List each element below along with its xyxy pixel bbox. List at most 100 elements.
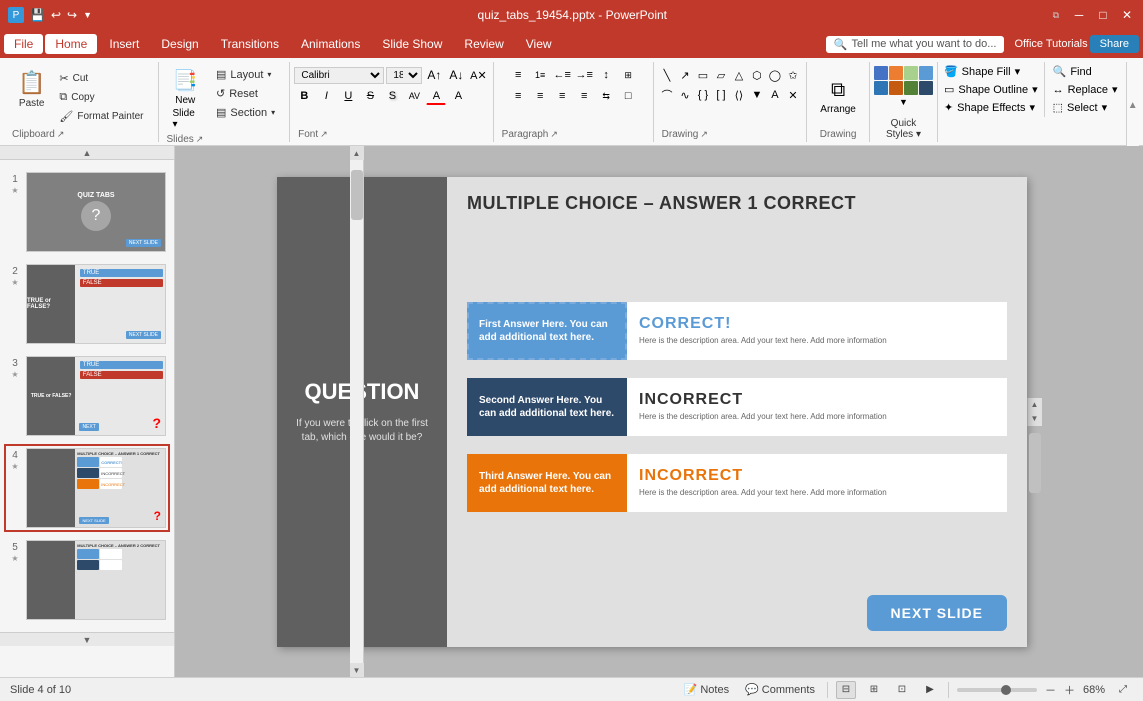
left-scroll-thumb[interactable] — [351, 170, 363, 220]
qs-cell-5[interactable] — [874, 81, 888, 95]
search-box[interactable]: 🔍 Tell me what you want to do... — [826, 36, 1005, 53]
quick-styles-label[interactable]: QuickStyles ▾ — [886, 118, 921, 140]
quick-save-btn[interactable]: 💾 — [30, 8, 45, 22]
reset-btn[interactable]: ↺ Reset — [210, 85, 281, 102]
scroll-down-btn[interactable]: ▼ — [1028, 412, 1042, 426]
columns-btn[interactable]: ⊞ — [618, 66, 638, 84]
shape-rect2[interactable]: ▱ — [713, 67, 729, 83]
menu-slideshow[interactable]: Slide Show — [372, 34, 452, 54]
spacing-btn[interactable]: AV — [404, 87, 424, 105]
section-btn[interactable]: ▤ Section ▾ — [210, 104, 281, 121]
slide-item-4[interactable]: 4 ★ MULTIPLE CHOICE – ANSWER 1 CORRECT C… — [4, 444, 170, 532]
qs-cell-3[interactable] — [904, 66, 918, 80]
cut-btn[interactable]: ✂Cut — [53, 70, 149, 87]
strikethrough-btn[interactable]: S — [360, 87, 380, 105]
shape-chevron[interactable]: ⟨⟩ — [731, 87, 747, 103]
align-right-btn[interactable]: ≡ — [552, 87, 572, 105]
close-btn[interactable]: ✕ — [1119, 7, 1135, 23]
underline-btn[interactable]: U — [338, 87, 358, 105]
numbering-btn[interactable]: 1≡ — [530, 66, 550, 84]
scroll-up-btn[interactable]: ▲ — [1028, 398, 1042, 412]
line-spacing-btn[interactable]: ↕ — [596, 66, 616, 84]
text-box-btn[interactable]: □ — [618, 87, 638, 105]
shape-wave[interactable]: ∿ — [677, 87, 693, 103]
redo-btn[interactable]: ↪ — [67, 8, 77, 22]
quick-styles-arrow[interactable]: ▼ — [899, 97, 908, 107]
font-expand-icon[interactable]: ↗ — [320, 129, 328, 140]
notes-btn[interactable]: 📝 Notes — [680, 683, 733, 696]
slide-item-3[interactable]: 3 ★ TRUE or FALSE? TRUE FALSE ? — [4, 352, 170, 440]
menu-review[interactable]: Review — [454, 34, 513, 54]
slide-item-2[interactable]: 2 ★ TRUE or FALSE? TRUE FALSE NEXT SLIDE — [4, 260, 170, 348]
italic-btn[interactable]: I — [316, 87, 336, 105]
slides-expand-icon[interactable]: ↗ — [196, 134, 204, 145]
menu-animations[interactable]: Animations — [291, 34, 370, 54]
justify-btn[interactable]: ≡ — [574, 87, 594, 105]
copy-btn[interactable]: ⧉Copy — [53, 89, 149, 106]
shape-bracket[interactable]: [ ] — [713, 87, 729, 103]
office-tutorials-btn[interactable]: Office Tutorials — [1014, 38, 1087, 50]
panel-scroll-up[interactable]: ▲ — [0, 146, 174, 160]
comments-btn[interactable]: 💬 Comments — [741, 683, 819, 696]
menu-home[interactable]: Home — [45, 34, 97, 54]
qs-cell-7[interactable] — [904, 81, 918, 95]
menu-file[interactable]: File — [4, 34, 43, 54]
qs-cell-4[interactable] — [919, 66, 933, 80]
paragraph-expand-icon[interactable]: ↗ — [550, 129, 558, 140]
shape-circ[interactable]: ◯ — [767, 67, 783, 83]
text-shadow-btn[interactable]: S — [382, 87, 402, 105]
ribbon-collapse-btn[interactable]: ▲ — [1126, 62, 1140, 150]
align-center-btn[interactable]: ≡ — [530, 87, 550, 105]
fit-to-window-btn[interactable]: ⤢ — [1113, 681, 1133, 699]
shape-effects-btn[interactable]: ✦ Shape Effects ▾ — [942, 100, 1040, 115]
left-scroll-down[interactable]: ▼ — [350, 663, 364, 677]
clipboard-expand-icon[interactable]: ↗ — [57, 129, 65, 140]
replace-btn[interactable]: ↔ Replace ▾ — [1051, 82, 1120, 97]
zoom-thumb[interactable] — [1001, 685, 1011, 695]
bold-btn[interactable]: B — [294, 87, 314, 105]
clear-format-btn[interactable]: A✕ — [468, 66, 488, 84]
slide-item-1[interactable]: 1 ★ QUIZ TABS ? NEXT SLIDE — [4, 168, 170, 256]
slide-sorter-btn[interactable]: ⊞ — [864, 681, 884, 699]
smartart-btn[interactable]: ⇆ — [596, 87, 616, 105]
reading-view-btn[interactable]: ⊡ — [892, 681, 912, 699]
minimize-btn[interactable]: ─ — [1071, 7, 1087, 23]
shape-curve[interactable]: ⌒ — [659, 87, 675, 103]
menu-design[interactable]: Design — [151, 34, 208, 54]
shape-line[interactable]: ╲ — [659, 67, 675, 83]
decrease-font-btn[interactable]: A↓ — [446, 66, 466, 84]
shape-arrow[interactable]: ↗ — [677, 67, 693, 83]
shape-brace[interactable]: { } — [695, 87, 711, 103]
qs-cell-1[interactable] — [874, 66, 888, 80]
font-color-btn[interactable]: A — [426, 87, 446, 105]
shape-fill-btn[interactable]: 🪣 Shape Fill ▾ — [942, 64, 1040, 79]
shape-extra[interactable]: ✕ — [785, 87, 801, 103]
new-slide-btn[interactable]: 📑 New Slide ▾ — [167, 66, 204, 132]
bullets-btn[interactable]: ≡ — [508, 66, 528, 84]
select-btn[interactable]: ⬚ Select ▾ — [1051, 100, 1120, 115]
drawing-expand-icon[interactable]: ↗ — [700, 129, 708, 140]
panel-scroll-down[interactable]: ▼ — [0, 632, 174, 646]
arrange-btn[interactable]: ⧉ Arrange — [814, 75, 862, 119]
menu-view[interactable]: View — [516, 34, 562, 54]
slideshow-btn[interactable]: ▶ — [920, 681, 940, 699]
font-name-select[interactable]: Calibri — [294, 67, 384, 84]
qs-cell-8[interactable] — [919, 81, 933, 95]
left-scroll-up[interactable]: ▲ — [350, 146, 364, 160]
shape-more[interactable]: ▼ — [749, 87, 765, 103]
align-left-btn[interactable]: ≡ — [508, 87, 528, 105]
zoom-minus-btn[interactable]: － — [1045, 682, 1056, 698]
shape-rect[interactable]: ▭ — [695, 67, 711, 83]
answer-box-1[interactable]: First Answer Here. You can add additiona… — [467, 302, 627, 360]
shape-tri[interactable]: △ — [731, 67, 747, 83]
menu-insert[interactable]: Insert — [99, 34, 149, 54]
shape-star[interactable]: ✩ — [785, 67, 801, 83]
paste-btn[interactable]: 📋 Paste — [12, 66, 51, 113]
zoom-plus-btn[interactable]: ＋ — [1064, 682, 1075, 698]
menu-transitions[interactable]: Transitions — [211, 34, 289, 54]
share-btn[interactable]: Share — [1090, 35, 1139, 53]
qs-cell-2[interactable] — [889, 66, 903, 80]
indent-dec-btn[interactable]: ←≡ — [552, 66, 572, 84]
maximize-btn[interactable]: □ — [1095, 7, 1111, 23]
next-slide-btn[interactable]: NEXT SLIDE — [867, 595, 1007, 631]
